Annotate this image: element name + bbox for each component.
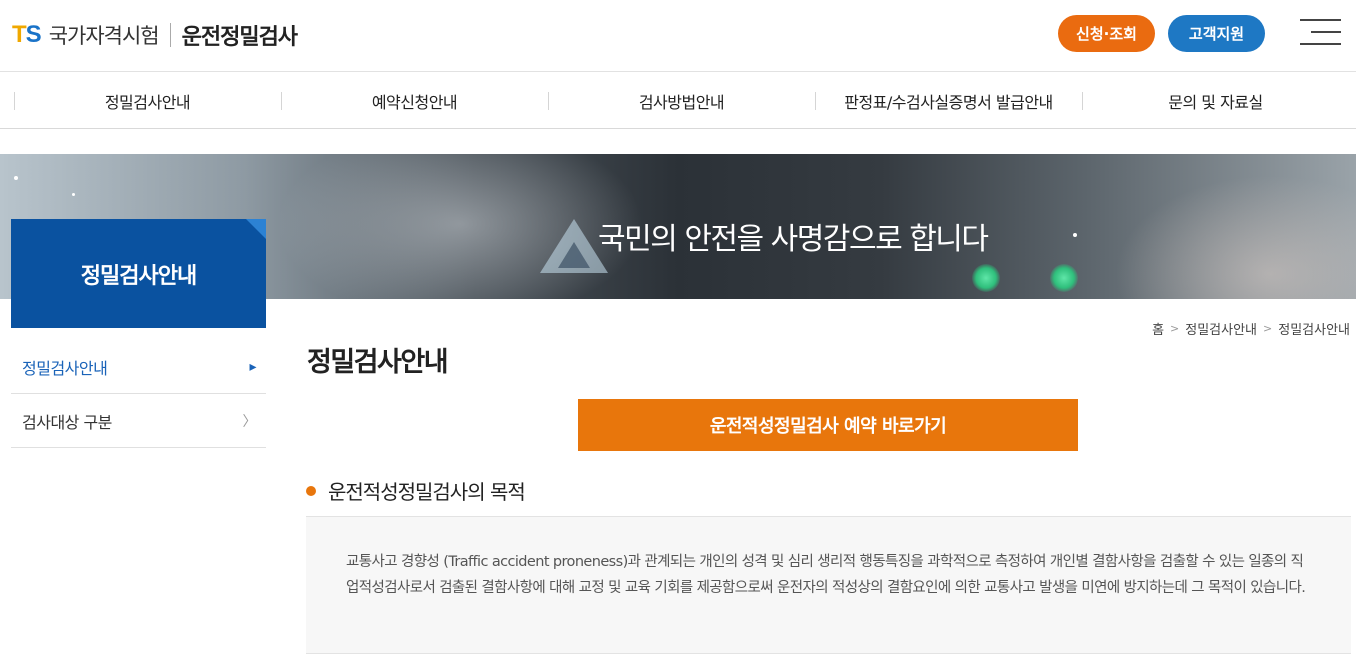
sidebar-title: 정밀검사안내: [11, 219, 266, 328]
sidebar-item-label: 정밀검사안내: [22, 358, 108, 378]
nav-item-certificate-guide[interactable]: 판정표/수검사실증명서 발급안내: [815, 73, 1082, 129]
apply-lookup-button[interactable]: 신청·조회: [1058, 15, 1155, 52]
chevron-right-icon: 〉: [242, 413, 257, 430]
nav-item-inspection-guide[interactable]: 정밀검사안내: [14, 73, 281, 129]
breadcrumb-level1[interactable]: 정밀검사안내: [1185, 319, 1257, 338]
purpose-description: 교통사고 경향성 (Traffic accident proneness)과 관…: [346, 554, 1306, 596]
reservation-shortcut-button[interactable]: 운전적성정밀검사 예약 바로가기: [578, 399, 1078, 451]
page-title: 정밀검사안내: [307, 347, 449, 378]
main-nav: 정밀검사안내 예약신청안내 검사방법안내 판정표/수검사실증명서 발급안내 문의…: [0, 73, 1356, 129]
dashboard-light: [972, 264, 1000, 292]
ts-logo-mark: TS: [12, 21, 42, 48]
breadcrumb-home[interactable]: 홈: [1152, 319, 1164, 338]
sidebar-menu: 정밀검사안내 ▸ 검사대상 구분 〉: [11, 340, 266, 448]
logo-divider: [169, 23, 171, 47]
triangle-emblem-inner: [558, 242, 590, 268]
breadcrumb-current[interactable]: 정밀검사안내: [1278, 319, 1350, 338]
site-logo[interactable]: TS 국가자격시험 운전정밀검사: [12, 18, 298, 52]
site-header: TS 국가자격시험 운전정밀검사 신청·조회 고객지원: [0, 0, 1356, 72]
hamburger-menu-icon[interactable]: [1300, 19, 1341, 45]
nav-item-method-guide[interactable]: 검사방법안내: [548, 73, 815, 129]
chevron-right-icon: >: [1263, 322, 1273, 335]
banner-slogan: 국민의 안전을 사명감으로 합니다: [598, 222, 989, 257]
nav-item-reservation-guide[interactable]: 예약신청안내: [281, 73, 548, 129]
bullet-dot-icon: [306, 485, 316, 496]
sidebar-item-inspection-guide[interactable]: 정밀검사안내 ▸: [11, 340, 266, 394]
site-title: 운전정밀검사: [181, 25, 298, 50]
sparkle-dot: [72, 193, 75, 196]
section-heading: 운전적성정밀검사의 목적: [306, 476, 526, 505]
org-name: 국가자격시험: [48, 24, 160, 48]
section-heading-text: 운전적성정밀검사의 목적: [328, 480, 526, 504]
sparkle-dot: [1073, 233, 1077, 237]
breadcrumb: 홈 > 정밀검사안내 > 정밀검사안내: [1152, 319, 1350, 338]
triangle-right-icon: ▸: [249, 358, 256, 375]
dashboard-light: [1050, 264, 1078, 292]
chevron-right-icon: >: [1170, 322, 1180, 335]
sparkle-dot: [14, 176, 18, 180]
nav-item-inquiry-archive[interactable]: 문의 및 자료실: [1082, 73, 1349, 129]
customer-support-button[interactable]: 고객지원: [1168, 15, 1265, 52]
sidebar-item-label: 검사대상 구분: [22, 412, 112, 432]
purpose-description-box: 교통사고 경향성 (Traffic accident proneness)과 관…: [306, 516, 1351, 654]
sidebar-item-target-classification[interactable]: 검사대상 구분 〉: [11, 394, 266, 448]
